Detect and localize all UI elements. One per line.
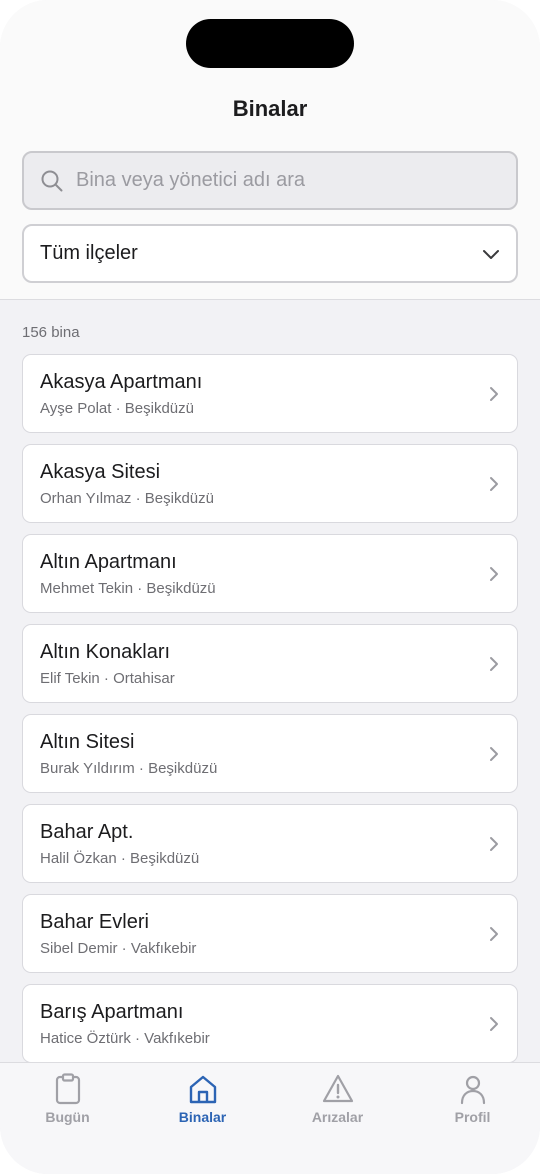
building-name: Bahar Apt. — [40, 821, 134, 843]
building-manager: Elif Tekin · Ortahisar — [40, 670, 175, 687]
building-name: Altın Sitesi — [40, 731, 135, 753]
search-icon — [41, 170, 63, 191]
building-name: Bahar Evleri — [40, 911, 149, 933]
tab-label: Arızalar — [311, 1109, 364, 1125]
chevron-down-icon — [483, 249, 499, 259]
building-manager: Mehmet Tekin · Beşikdüzü — [40, 580, 216, 597]
tab-label: Binalar — [178, 1109, 227, 1125]
home-icon — [189, 1075, 216, 1104]
chevron-right-icon — [490, 926, 498, 941]
list-item[interactable]: Bahar Evleri Sibel Demir · Vakfıkebir — [22, 894, 518, 973]
building-manager: Ayşe Polat · Beşikdüzü — [40, 400, 194, 417]
building-manager: Orhan Yılmaz · Beşikdüzü — [40, 490, 214, 507]
building-manager: Sibel Demir · Vakfıkebir — [40, 940, 197, 957]
building-manager: Burak Yıldırım · Beşikdüzü — [40, 760, 218, 777]
list-item[interactable]: Altın Apartmanı Mehmet Tekin · Beşikdüzü — [22, 534, 518, 613]
tab-profile[interactable]: Profil — [405, 1063, 540, 1174]
chevron-right-icon — [490, 656, 498, 671]
tab-label: Profil — [454, 1109, 491, 1125]
building-name: Altın Konakları — [40, 641, 171, 663]
building-manager: Hatice Öztürk · Vakfıkebir — [40, 1030, 210, 1047]
chevron-right-icon — [490, 386, 498, 401]
building-name: Akasya Apartmanı — [40, 371, 203, 393]
building-count: 156 bina — [22, 324, 80, 341]
chevron-right-icon — [490, 836, 498, 851]
list-item[interactable]: Altın Konakları Elif Tekin · Ortahisar — [22, 624, 518, 703]
chevron-right-icon — [490, 476, 498, 491]
building-name: Akasya Sitesi — [40, 461, 161, 483]
phone-screen: Binalar Tüm ilçeler 156 bina Akasya Apar… — [0, 0, 540, 1174]
building-list: Akasya Apartmanı Ayşe Polat · Beşikdüzü … — [22, 354, 518, 1074]
chevron-right-icon — [490, 1016, 498, 1031]
list-item[interactable]: Barış Apartmanı Hatice Öztürk · Vakfıkeb… — [22, 984, 518, 1063]
search-box[interactable] — [22, 151, 518, 210]
list-item[interactable]: Bahar Apt. Halil Özkan · Beşikdüzü — [22, 804, 518, 883]
person-icon — [460, 1075, 485, 1105]
tab-faults[interactable]: Arızalar — [270, 1063, 405, 1174]
page-title: Binalar — [232, 96, 308, 121]
list-item[interactable]: Altın Sitesi Burak Yıldırım · Beşikdüzü — [22, 714, 518, 793]
list-item[interactable]: Akasya Sitesi Orhan Yılmaz · Beşikdüzü — [22, 444, 518, 523]
top-header: Binalar Tüm ilçeler — [0, 0, 540, 300]
search-input[interactable] — [76, 169, 496, 192]
building-manager: Halil Özkan · Beşikdüzü — [40, 850, 200, 867]
district-select-value: Tüm ilçeler — [40, 242, 138, 264]
tab-bar: Bugün Binalar Arızalar Profil — [0, 1062, 540, 1174]
clipboard-icon — [55, 1073, 80, 1105]
district-select[interactable]: Tüm ilçeler — [22, 224, 518, 283]
list-item[interactable]: Akasya Apartmanı Ayşe Polat · Beşikdüzü — [22, 354, 518, 433]
tab-label: Bugün — [45, 1109, 90, 1125]
warning-icon — [322, 1074, 353, 1103]
building-name: Altın Apartmanı — [40, 551, 177, 573]
dynamic-island — [186, 19, 354, 68]
tab-today[interactable]: Bugün — [0, 1063, 135, 1174]
chevron-right-icon — [490, 566, 498, 581]
chevron-right-icon — [490, 746, 498, 761]
tab-buildings[interactable]: Binalar — [135, 1063, 270, 1174]
building-name: Barış Apartmanı — [40, 1001, 184, 1023]
